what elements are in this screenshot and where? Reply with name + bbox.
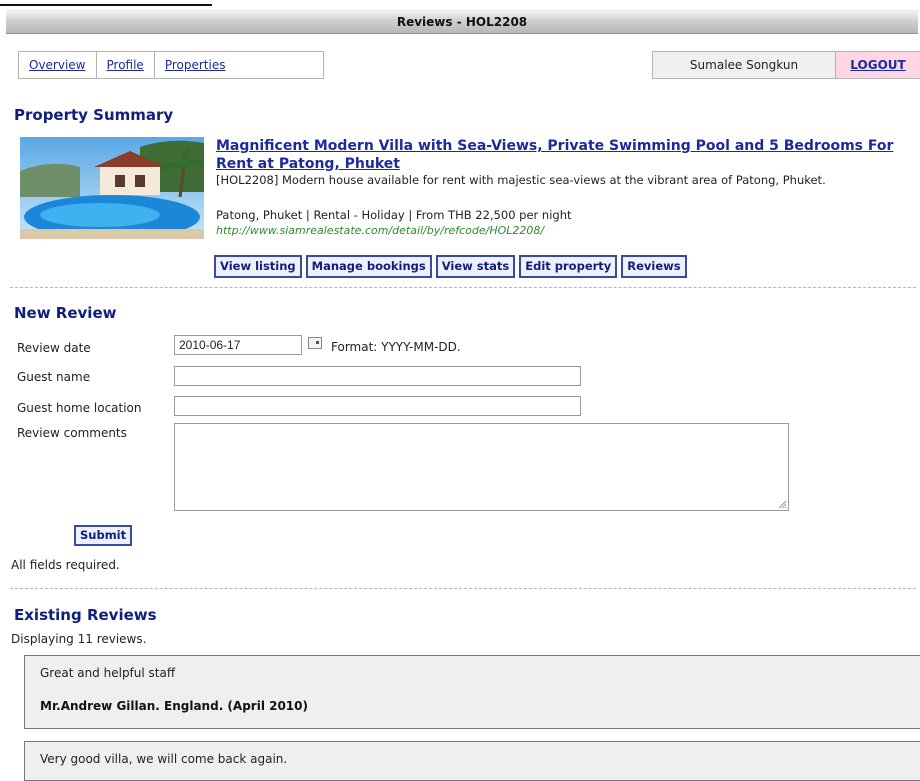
property-summary-heading: Property Summary (14, 106, 174, 124)
guest-location-label: Guest home location (17, 401, 142, 415)
property-description: [HOL2208] Modern house available for ren… (216, 173, 826, 187)
review-author: Mr.Andrew Gillan. England. (April 2010) (40, 699, 308, 713)
review-item: Very good villa, we will come back again… (24, 741, 920, 781)
property-title-link[interactable]: Magnificent Modern Villa with Sea-Views,… (216, 137, 896, 173)
main-nav: Overview Profile Properties (18, 51, 324, 79)
review-comments-label: Review comments (17, 426, 127, 440)
view-stats-button[interactable]: View stats (435, 255, 516, 278)
submit-button[interactable]: Submit (74, 525, 133, 546)
property-url[interactable]: http://www.siamrealestate.com/detail/by/… (216, 224, 544, 237)
review-date-input[interactable] (174, 335, 302, 355)
review-comment: Great and helpful staff (40, 666, 176, 680)
nav-overview-link[interactable]: Overview (19, 52, 97, 78)
review-comment: Very good villa, we will come back again… (40, 752, 288, 766)
section-divider (10, 588, 916, 589)
property-actions: View listing Manage bookings View stats … (214, 255, 687, 278)
user-panel: Sumalee Songkun LOGOUT (652, 51, 920, 79)
user-name: Sumalee Songkun (653, 52, 836, 78)
new-review-heading: New Review (14, 304, 117, 322)
reviews-button[interactable]: Reviews (621, 255, 687, 278)
guest-name-label: Guest name (17, 370, 91, 384)
view-listing-button[interactable]: View listing (214, 255, 302, 278)
edit-property-button[interactable]: Edit property (519, 255, 618, 278)
property-thumbnail[interactable] (20, 137, 204, 239)
villa-photo-image (20, 137, 204, 239)
resize-grip-icon[interactable] (778, 500, 787, 509)
top-divider-line (0, 4, 212, 6)
property-meta: Patong, Phuket | Rental - Holiday | From… (216, 208, 572, 222)
calendar-icon[interactable] (308, 337, 322, 349)
required-note: All fields required. (11, 558, 120, 572)
logout-link[interactable]: LOGOUT (836, 52, 920, 78)
review-item: Great and helpful staff Mr.Andrew Gillan… (24, 655, 920, 729)
existing-reviews-heading: Existing Reviews (14, 606, 157, 624)
manage-bookings-button[interactable]: Manage bookings (305, 255, 432, 278)
review-date-label: Review date (17, 341, 91, 355)
window-title-bar: Reviews - HOL2208 (6, 10, 918, 34)
nav-properties-link[interactable]: Properties (155, 52, 236, 78)
review-comments-textarea[interactable] (174, 423, 789, 511)
date-format-hint: Format: YYYY-MM-DD. (331, 340, 461, 354)
guest-name-input[interactable] (174, 366, 581, 386)
nav-profile-link[interactable]: Profile (97, 52, 155, 78)
section-divider (10, 287, 916, 288)
reviews-count: Displaying 11 reviews. (11, 632, 147, 646)
guest-location-input[interactable] (174, 396, 581, 416)
